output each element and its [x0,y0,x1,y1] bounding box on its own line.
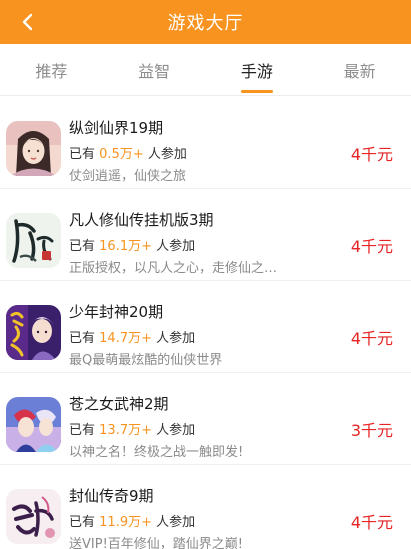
game-icon [6,213,61,268]
participant-number: 14.7万+ [99,331,152,346]
prize-amount: 3千元 [350,421,393,440]
app-header: 游戏大厅 [0,0,411,44]
prize-amount: 4千元 [350,237,393,256]
prize-amount: 4千元 [350,329,393,348]
game-item[interactable]: 苍之女武神2期 已有 13.7万+ 人参加 以神之名！终极之战一触即发! 3千元 [0,373,411,465]
participant-suffix: 人参加 [156,331,196,346]
prize-amount: 4千元 [350,513,393,532]
game-description: 送VIP!百年修仙，踏仙界之巅! [69,537,243,549]
participant-suffix: 人参加 [156,239,196,254]
participant-suffix: 人参加 [147,147,187,162]
game-description: 以神之名！终极之战一触即发! [69,445,244,460]
back-button[interactable] [10,4,46,40]
participant-number: 11.9万+ [99,515,152,530]
prize-amount: 4千元 [350,145,393,164]
page-title: 游戏大厅 [167,13,244,34]
participant-suffix: 人参加 [156,423,196,438]
participant-count: 已有 11.9万+ 人参加 [69,511,195,530]
game-name: 封仙传奇9期 [69,487,154,505]
participant-number: 16.1万+ [99,239,152,254]
game-item[interactable]: 封仙传奇9期 已有 11.9万+ 人参加 送VIP!百年修仙，踏仙界之巅! 4千… [0,465,411,549]
game-description: 仗剑逍遥，仙侠之旅 [69,169,187,184]
participant-count: 已有 0.5万+ 人参加 [69,143,187,162]
participant-prefix: 已有 [69,147,96,162]
game-item[interactable]: 少年封神20期 已有 14.7万+ 人参加 最Q最萌最炫酷的仙侠世界 4千元 [0,281,411,373]
tab-recommend[interactable]: 推荐 [0,44,103,95]
participant-number: 13.7万+ [99,423,152,438]
chevron-left-icon [22,13,33,31]
participant-number: 0.5万+ [99,147,144,162]
game-name: 凡人修仙传挂机版3期 [69,211,214,229]
category-tabs: 推荐 益智 手游 最新 [0,44,411,96]
participant-suffix: 人参加 [156,515,196,530]
game-description: 最Q最萌最炫酷的仙侠世界 [69,353,223,368]
game-list: 纵剑仙界19期 已有 0.5万+ 人参加 仗剑逍遥，仙侠之旅 4千元 凡人修仙传… [0,97,411,549]
game-item[interactable]: 凡人修仙传挂机版3期 已有 16.1万+ 人参加 正版授权，以凡人之心，走修仙之… [0,189,411,281]
game-icon [6,489,61,544]
game-description: 正版授权，以凡人之心，走修仙之… [69,261,278,276]
game-icon [6,397,61,452]
game-name: 苍之女武神2期 [69,395,169,413]
game-icon [6,121,61,176]
tab-puzzle[interactable]: 益智 [103,44,206,95]
game-item[interactable]: 纵剑仙界19期 已有 0.5万+ 人参加 仗剑逍遥，仙侠之旅 4千元 [0,97,411,189]
participant-prefix: 已有 [69,423,96,438]
participant-prefix: 已有 [69,239,96,254]
participant-count: 已有 14.7万+ 人参加 [69,327,195,346]
participant-prefix: 已有 [69,515,96,530]
tab-latest[interactable]: 最新 [308,44,411,95]
participant-count: 已有 16.1万+ 人参加 [69,235,195,254]
participant-prefix: 已有 [69,331,96,346]
game-name: 少年封神20期 [69,303,164,321]
tab-mobile-games[interactable]: 手游 [206,44,309,95]
game-icon [6,305,61,360]
participant-count: 已有 13.7万+ 人参加 [69,419,195,438]
game-name: 纵剑仙界19期 [69,119,164,137]
